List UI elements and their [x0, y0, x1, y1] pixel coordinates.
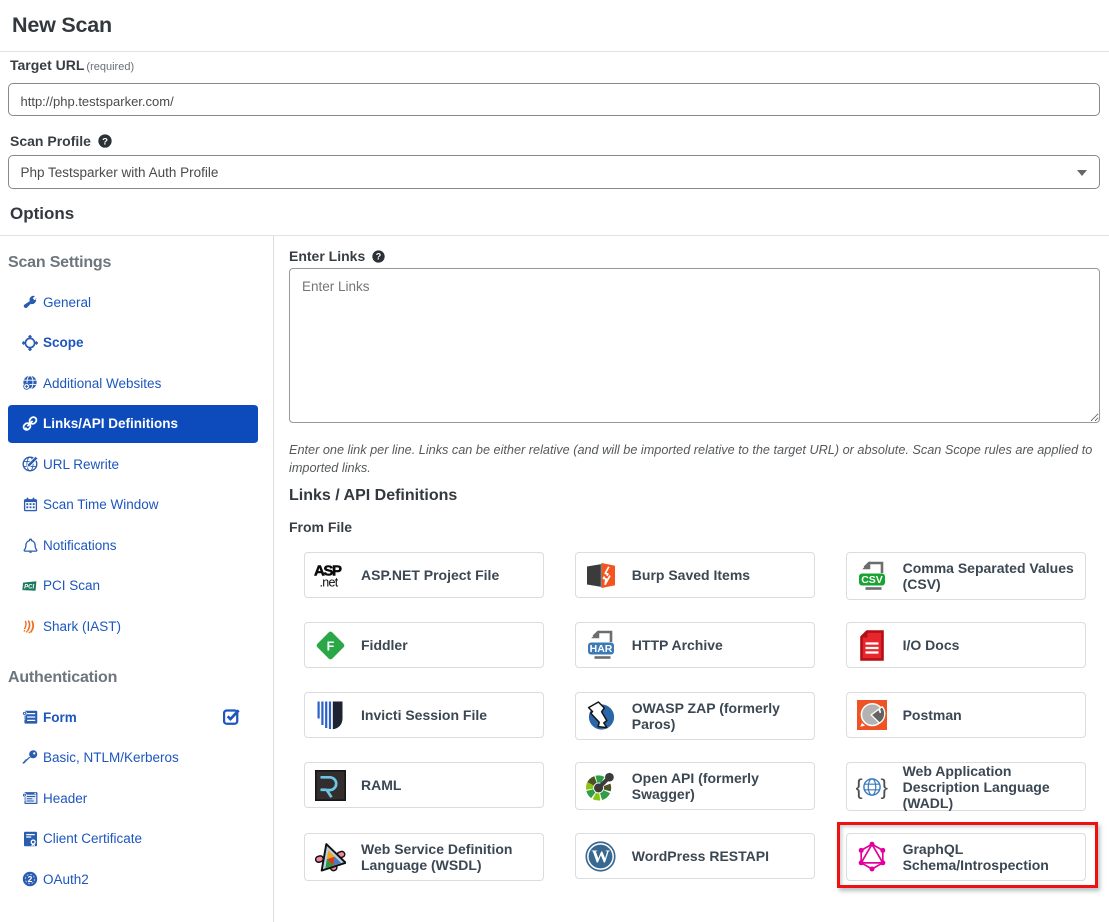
- svg-text:?: ?: [102, 136, 108, 147]
- svg-text:F: F: [326, 639, 334, 653]
- svg-text:{: {: [856, 774, 863, 799]
- svg-text:?: ?: [376, 252, 381, 262]
- svg-text:.net: .net: [320, 576, 339, 589]
- svg-text:2: 2: [28, 874, 33, 884]
- svg-text:CSV: CSV: [861, 574, 883, 586]
- svg-text:HAR: HAR: [589, 643, 612, 655]
- svg-text:}: }: [880, 774, 888, 799]
- svg-text:W: W: [592, 846, 611, 866]
- svg-text:PCI: PCI: [24, 584, 34, 590]
